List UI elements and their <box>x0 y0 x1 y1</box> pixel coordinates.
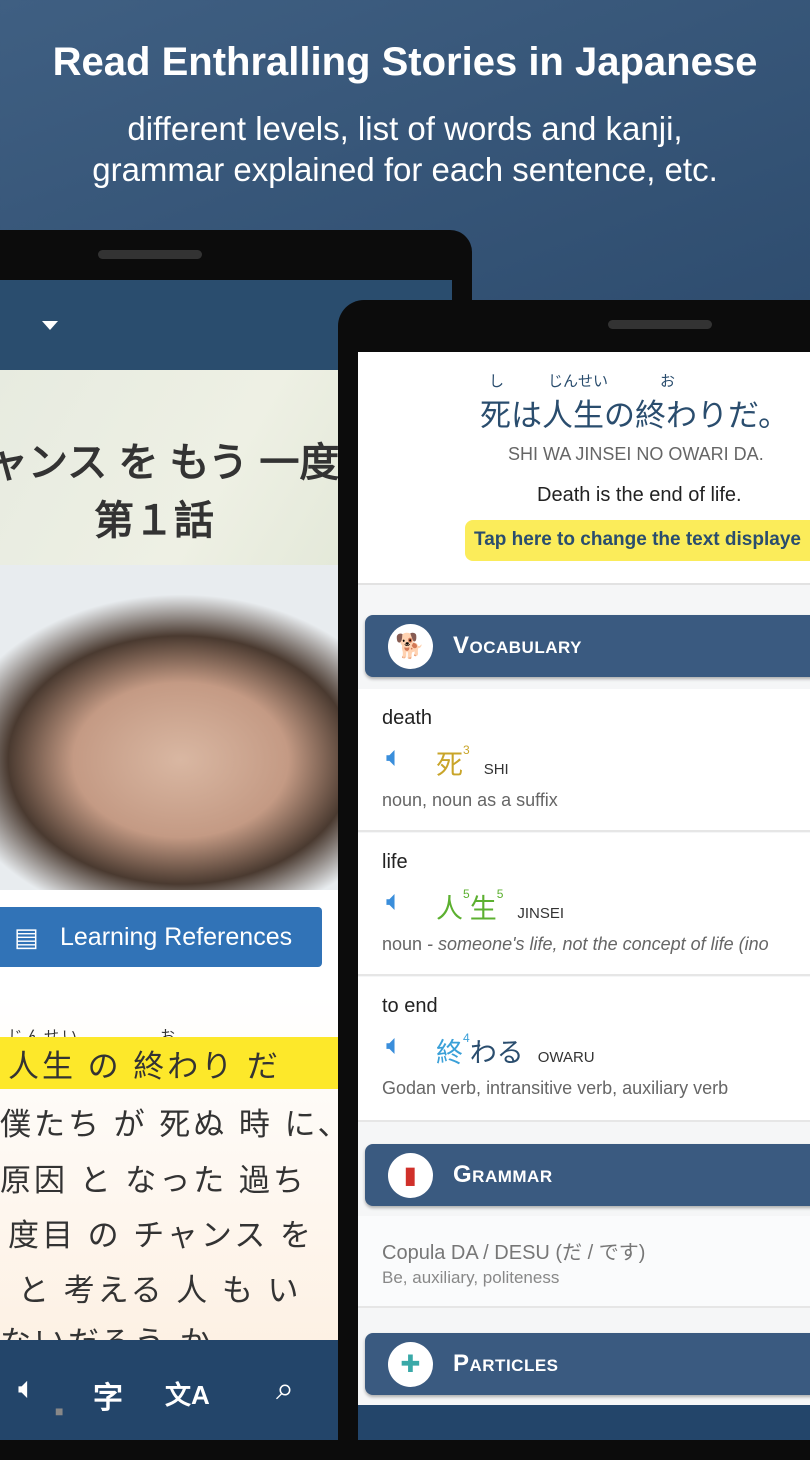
description: noun, noun as a suffix <box>382 790 558 810</box>
zoom-search-icon[interactable]: ⌕ <box>276 1370 294 1408</box>
device-speaker <box>98 250 202 259</box>
particles-header[interactable]: ✚ Particles <box>365 1333 810 1395</box>
romaji: SHI WA JINSEI NO OWARI DA. <box>508 444 764 464</box>
speaker-icon[interactable]: 🔈︎ <box>386 1029 403 1062</box>
vocabulary-header[interactable]: 🐕 Vocabulary <box>365 615 810 677</box>
sentence-panel: し じんせい お 死は人生の終わりだ。 SHI WA JINSEI NO OWA… <box>358 352 810 585</box>
puzzle-icon: ✚ <box>388 1341 433 1387</box>
furigana: じんせい <box>548 373 609 390</box>
speaker-icon[interactable]: 🔈︎ <box>386 885 403 918</box>
grammar-book-icon: ▮ <box>388 1152 433 1198</box>
text-line: 僕たち が 死ぬ 時 に、 <box>0 1107 352 1142</box>
grammar-header[interactable]: ▮ Grammar <box>365 1144 810 1206</box>
kana: わる <box>469 1038 524 1068</box>
meaning: death <box>382 707 433 729</box>
kanji: 死3 SHI <box>436 743 509 782</box>
kanji: 人5生5JINSEI <box>436 887 564 926</box>
vocab-item[interactable]: life 🔈︎ 人5生5JINSEI noun - someone's life… <box>358 833 810 976</box>
furigana: し <box>489 373 505 390</box>
section-title: Vocabulary <box>453 632 582 659</box>
section-title: Grammar <box>453 1161 553 1188</box>
meaning: to end <box>382 995 438 1017</box>
meaning: life <box>382 851 408 873</box>
kanji-char: 生 <box>469 894 497 924</box>
grammar-title: Copula DA / DESU (だ / です) <box>382 1242 646 1264</box>
description: Godan verb, intransitive verb, auxiliary… <box>382 1078 729 1098</box>
stroke-count: 5 <box>496 887 504 901</box>
book-icon: ▤ <box>14 922 39 952</box>
japanese-sentence[interactable]: 死は人生の終わりだ。 <box>480 390 789 435</box>
grammar-desc: Be, auxiliary, politeness <box>382 1268 560 1287</box>
reading: OWARU <box>537 1049 595 1066</box>
lock-icon: ■ <box>55 1403 64 1419</box>
learning-references-button[interactable]: ▤ Learning References <box>0 907 322 967</box>
translate-icon[interactable]: 文A <box>165 1375 210 1412</box>
stroke-count: 5 <box>463 887 470 901</box>
hero-title: Read Enthralling Stories in Japanese <box>52 40 758 84</box>
dog-icon: 🐕 <box>388 623 433 669</box>
translation: Death is the end of life. <box>537 484 742 506</box>
stroke-count: 4 <box>463 1031 470 1045</box>
kanji-char: 死 <box>436 750 463 780</box>
reading: JINSEI <box>517 905 565 922</box>
text-line: 原因 と なった 過ち <box>0 1163 307 1198</box>
kanji-char: 終 <box>436 1038 463 1068</box>
grammar-item[interactable]: Copula DA / DESU (だ / です) Be, auxiliary,… <box>358 1216 810 1308</box>
button-label: Learning References <box>60 922 293 951</box>
episode-label: 第１話 <box>94 499 214 543</box>
dropdown-caret-icon[interactable] <box>42 321 58 330</box>
part-of-speech: noun <box>382 934 423 954</box>
hero-subtitle: different levels, list of words and kanj… <box>0 108 810 190</box>
text-line: 度目 の チャンス を <box>8 1218 314 1253</box>
device-speaker <box>608 320 712 329</box>
vocab-item[interactable]: death 🔈︎ 死3 SHI noun, noun as a suffix <box>358 689 810 832</box>
kanji-char: 人 <box>436 894 463 924</box>
description: noun - someone's life, not the concept o… <box>382 934 769 955</box>
kanji: 終4わる OWARU <box>436 1031 595 1070</box>
story-title-text: ャンス を もう 一度 <box>0 441 340 485</box>
kanji-icon[interactable]: 字 <box>93 1373 123 1417</box>
text-line: と 考える 人 も い <box>18 1273 302 1308</box>
speaker-icon[interactable]: 🔈︎ <box>18 1372 36 1406</box>
stroke-count: 3 <box>463 743 470 757</box>
bottom-toolbar <box>358 1405 810 1440</box>
vocab-item[interactable]: to end 🔈︎ 終4わる OWARU Godan verb, intransi… <box>358 977 810 1122</box>
reading: SHI <box>483 761 509 778</box>
speaker-icon[interactable]: 🔈︎ <box>386 741 403 774</box>
furigana: お <box>660 373 676 390</box>
subtitle-line: different levels, list of words and kanj… <box>127 110 683 147</box>
right-screen: し じんせい お 死は人生の終わりだ。 SHI WA JINSEI NO OWA… <box>358 352 810 1440</box>
note: - someone's life, not the concept of lif… <box>422 934 769 954</box>
change-display-button[interactable]: Tap here to change the text displaye <box>465 520 810 561</box>
subtitle-line: grammar explained for each sentence, etc… <box>92 151 718 188</box>
section-title: Particles <box>453 1350 559 1377</box>
